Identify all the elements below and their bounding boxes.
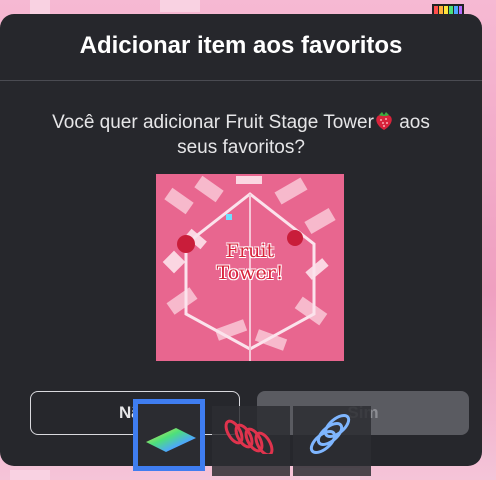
message-text: Você quer adicionar Fruit Stage Tower (52, 112, 374, 133)
add-favorite-dialog: Adicionar item aos favoritos Você quer a… (0, 14, 482, 466)
thumbnail-title-line2: Tower! (216, 262, 284, 284)
title-divider (0, 80, 482, 81)
background-tile (160, 0, 200, 12)
hotbar-slot-selected[interactable] (133, 399, 205, 471)
rainbow-glider-icon (146, 428, 196, 452)
strawberry-icon (376, 112, 392, 130)
thumbnail-title-line1: Fruit (225, 240, 275, 262)
red-coil-icon (224, 419, 274, 454)
blue-coil-icon (309, 414, 351, 454)
background-tile (30, 0, 50, 14)
dialog-message: Você quer adicionar Fruit Stage Tower ao… (30, 110, 452, 160)
thumbnail-title: Fruit Tower! (156, 240, 344, 284)
background-tile (10, 470, 50, 480)
dialog-title: Adicionar item aos favoritos (79, 32, 403, 59)
experience-thumbnail: Fruit Tower! (156, 174, 344, 361)
